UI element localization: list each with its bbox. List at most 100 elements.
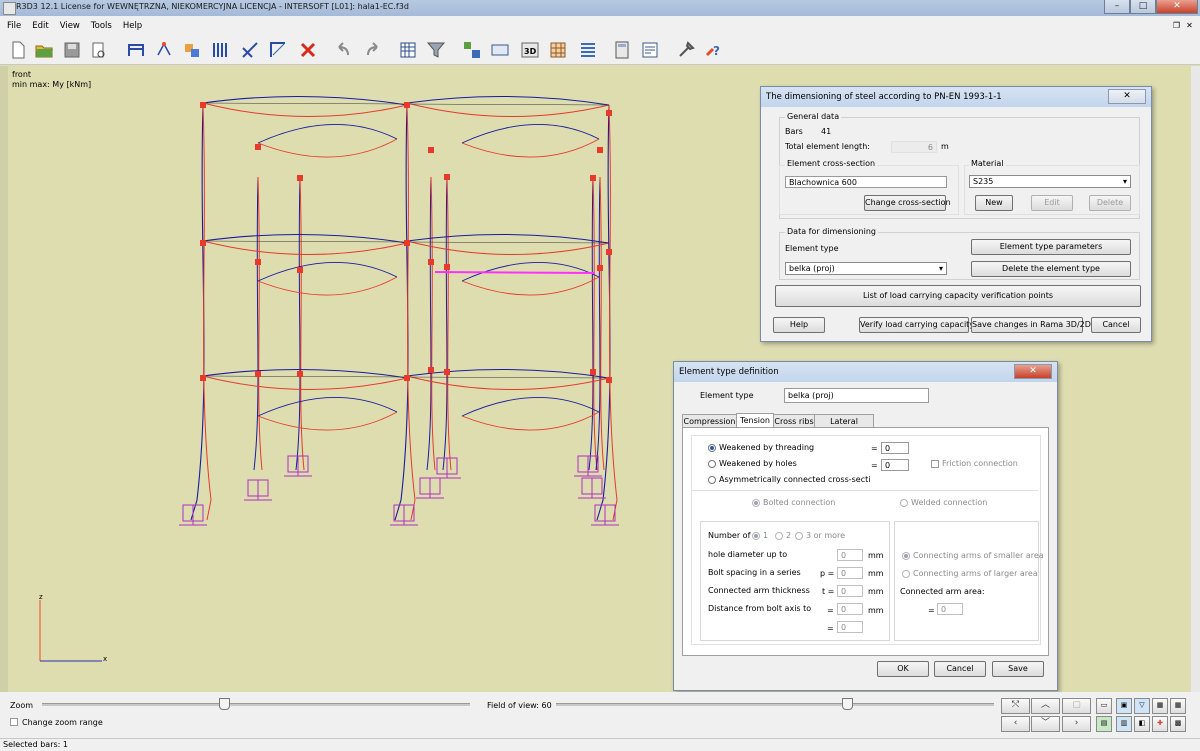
cross-section-input[interactable]: Blachownica 600: [785, 176, 947, 188]
view-iso-icon[interactable]: ◧: [1134, 716, 1150, 732]
beam-red-back: [461, 276, 600, 296]
tab-lateral-buckling[interactable]: Lateral buckling: [814, 414, 874, 439]
beam-blue-back: [257, 396, 398, 417]
verification-points-button[interactable]: List of load carrying capacity verificat…: [775, 285, 1141, 307]
etype-cancel-button[interactable]: Cancel: [934, 661, 986, 677]
verify-capacity-button[interactable]: Verify load carrying capacity: [859, 317, 974, 333]
delete-element-type-button[interactable]: Delete the element type: [971, 261, 1131, 277]
node: [597, 147, 603, 153]
weakened-holes-radio[interactable]: [708, 460, 716, 468]
material-select[interactable]: S235: [969, 175, 1131, 188]
etype-caption: Element type definition ✕: [674, 362, 1057, 382]
asymmetric-label: Asymmetrically connected cross-secti: [719, 475, 871, 484]
back-column-blue: [295, 176, 301, 471]
length-value: 6: [927, 143, 933, 152]
arm-thickness-input[interactable]: 0: [837, 585, 863, 597]
bolt-distance-input[interactable]: 0: [837, 603, 863, 615]
larger-area-radio[interactable]: [902, 570, 910, 578]
pan-up-icon[interactable]: ︿: [1031, 698, 1060, 714]
weakened-threading-radio[interactable]: [708, 444, 716, 452]
node: [404, 102, 410, 108]
bolts-1-radio[interactable]: [752, 532, 760, 540]
monitor-icon[interactable]: ▭: [1096, 698, 1112, 714]
back-column-blue: [426, 176, 432, 471]
pan-left-icon[interactable]: ‹: [1001, 716, 1030, 732]
node: [606, 110, 612, 116]
general-data-label: General data: [785, 112, 842, 121]
tab-compression[interactable]: Compression: [682, 414, 737, 428]
etype-element-type-input[interactable]: belka (proj): [784, 388, 929, 403]
node: [255, 371, 261, 377]
node: [255, 144, 261, 150]
eq-label: =: [871, 461, 878, 470]
bolts-3-radio[interactable]: [795, 532, 803, 540]
node: [255, 259, 261, 265]
zoom-slider[interactable]: [42, 703, 470, 706]
hole-diameter-input[interactable]: 0: [837, 549, 863, 561]
back-column-red: [430, 176, 436, 471]
pan-right-icon[interactable]: ›: [1062, 716, 1091, 732]
node: [590, 369, 596, 375]
bolts-2-label: 2: [786, 531, 792, 540]
arm-area-label: Connected arm area:: [900, 587, 985, 596]
change-zoom-checkbox[interactable]: [10, 718, 18, 726]
bolt-distance-input-2[interactable]: 0: [837, 621, 863, 633]
back-column-red: [592, 176, 598, 471]
node: [297, 267, 303, 273]
asymmetric-radio[interactable]: [708, 476, 716, 484]
node: [444, 264, 450, 270]
view-side-icon[interactable]: ▥: [1116, 716, 1132, 732]
material-new-button[interactable]: New: [975, 195, 1013, 211]
bolts-2-radio[interactable]: [775, 532, 783, 540]
arm-area-input[interactable]: 0: [937, 603, 963, 615]
fov-slider[interactable]: [556, 703, 994, 706]
bolted-radio[interactable]: [752, 499, 760, 507]
number-of-label: Number of: [708, 531, 751, 540]
bolt-spacing-input[interactable]: 0: [837, 567, 863, 579]
tab-cross-ribs[interactable]: Cross ribs: [773, 414, 815, 428]
element-type-label: Element type: [785, 244, 839, 253]
view-funnel-icon[interactable]: ▽: [1134, 698, 1150, 714]
change-cross-section-button[interactable]: Change cross-section: [864, 195, 951, 211]
beam-blue-back: [257, 123, 398, 144]
material-delete-button[interactable]: Delete: [1089, 195, 1131, 211]
welded-radio[interactable]: [900, 499, 908, 507]
smaller-area-radio[interactable]: [902, 552, 910, 560]
etype-save-button[interactable]: Save: [992, 661, 1044, 677]
status-bar: Selected bars: 1: [0, 738, 1200, 751]
dialog-close-button[interactable]: ✕: [1108, 89, 1146, 104]
column-blue: [394, 104, 409, 521]
holes-input[interactable]: 0: [881, 459, 909, 471]
pan-reset-icon[interactable]: ⤲: [1001, 698, 1030, 714]
t-eq-label: t =: [822, 587, 835, 596]
bolt-spacing-unit: mm: [868, 569, 884, 578]
fov-slider-thumb[interactable]: [842, 698, 853, 710]
pan-down-icon[interactable]: ﹀: [1031, 716, 1060, 732]
change-zoom-label: Change zoom range: [22, 718, 103, 727]
element-type-select[interactable]: belka (proj): [785, 262, 947, 275]
threading-input[interactable]: 0: [881, 442, 909, 454]
help-button[interactable]: Help: [773, 317, 825, 333]
element-type-parameters-button[interactable]: Element type parameters: [971, 239, 1131, 255]
lock-icon[interactable]: ▢: [1062, 698, 1091, 714]
zoom-slider-thumb[interactable]: [219, 698, 230, 710]
node: [404, 375, 410, 381]
etype-close-button[interactable]: ✕: [1014, 364, 1052, 379]
view-cube-icon[interactable]: ▩: [1170, 716, 1186, 732]
view-axes-icon[interactable]: ✚: [1152, 716, 1168, 732]
cancel-button[interactable]: Cancel: [1091, 317, 1141, 333]
bolt-distance-unit: mm: [868, 606, 884, 615]
ok-button[interactable]: OK: [877, 661, 929, 677]
hole-diameter-unit: mm: [868, 551, 884, 560]
view-top-icon[interactable]: ▤: [1096, 716, 1112, 732]
axis-indicator: z x: [39, 593, 107, 663]
dialog-caption: The dimensioning of steel according to P…: [761, 87, 1151, 107]
friction-checkbox[interactable]: [931, 460, 939, 468]
view-grid-icon[interactable]: ▦: [1152, 698, 1168, 714]
material-edit-button[interactable]: Edit: [1031, 195, 1073, 211]
view-grid-alt-icon[interactable]: ▦: [1170, 698, 1186, 714]
view-front-icon[interactable]: ▣: [1116, 698, 1132, 714]
length-unit: m: [941, 142, 949, 151]
tab-tension[interactable]: Tension: [736, 413, 774, 428]
save-changes-button[interactable]: Save changes in Rama 3D/2D: [971, 317, 1091, 333]
